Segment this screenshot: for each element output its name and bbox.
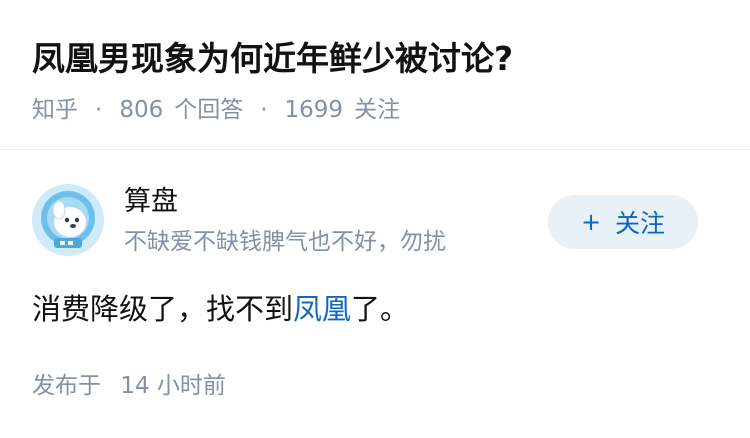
source-label[interactable]: 知乎 (32, 94, 78, 126)
follow-count-label: 关注 (354, 97, 401, 123)
publish-label: 发布于 (32, 373, 101, 399)
dog-astronaut-avatar-icon (32, 184, 104, 256)
follow-button[interactable]: + 关注 (548, 195, 698, 249)
answer-count-label: 个回答 (174, 97, 244, 123)
answer-page: 凤凰男现象为何近年鲜少被讨论? 知乎 · 806 个回答 · 1699 关注 算… (0, 0, 750, 438)
author-bio: 不缺爱不缺钱脾气也不好，勿扰 (124, 229, 446, 255)
publish-time: 发布于 14 小时前 (32, 370, 226, 402)
publish-time-value: 14 小时前 (120, 373, 226, 399)
plus-icon: + (580, 208, 602, 236)
follow-count: 1699 (284, 97, 344, 123)
meta-separator: · (260, 97, 268, 123)
follow-button-label: 关注 (615, 209, 666, 238)
answer-text-end: 了。 (351, 292, 410, 326)
question-meta: 知乎 · 806 个回答 · 1699 关注 (32, 94, 400, 126)
meta-separator: · (95, 97, 103, 123)
author-avatar[interactable] (32, 184, 104, 256)
answer-content: 消费降级了，找不到凤凰了。 (32, 288, 409, 330)
question-header: 凤凰男现象为何近年鲜少被讨论? 知乎 · 806 个回答 · 1699 关注 (0, 0, 750, 150)
author-name[interactable]: 算盘 (124, 184, 178, 220)
answer-text: 消费降级了，找不到 (32, 292, 294, 326)
answer-count: 806 (119, 97, 164, 123)
answer-keyword-link[interactable]: 凤凰 (293, 292, 351, 326)
question-title[interactable]: 凤凰男现象为何近年鲜少被讨论? (32, 36, 513, 82)
